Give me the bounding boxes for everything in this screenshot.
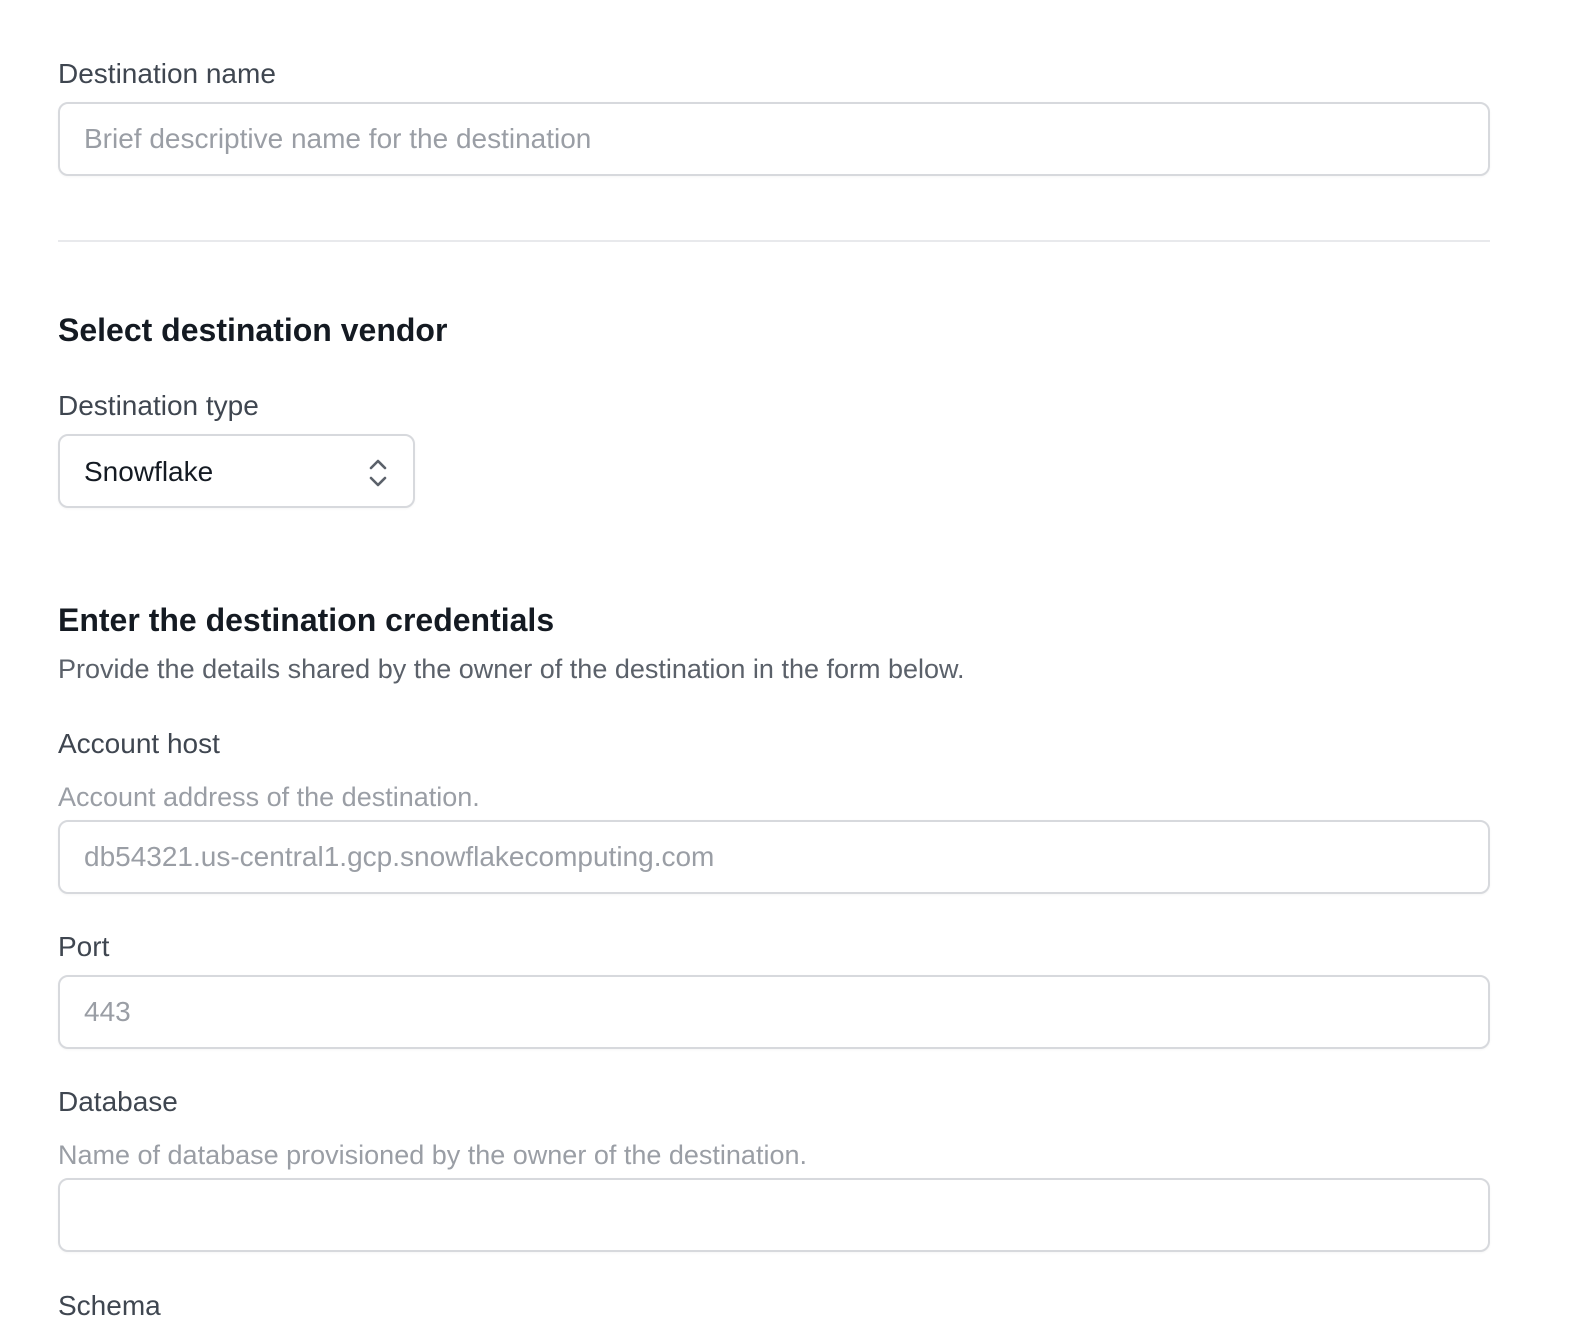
credentials-section-heading: Enter the destination credentials xyxy=(58,602,555,638)
section-divider xyxy=(58,240,1490,242)
destination-name-label: Destination name xyxy=(58,58,276,89)
database-label: Database xyxy=(58,1086,178,1117)
port-input[interactable] xyxy=(58,975,1490,1049)
port-label: Port xyxy=(58,931,110,962)
database-help: Name of database provisioned by the owne… xyxy=(58,1140,807,1170)
vendor-section-heading: Select destination vendor xyxy=(58,312,448,348)
destination-type-select[interactable]: Snowflake xyxy=(58,434,415,508)
destination-type-label: Destination type xyxy=(58,390,259,421)
destination-type-value: Snowflake xyxy=(84,456,214,487)
chevron-up-down-icon xyxy=(366,456,390,490)
schema-label: Schema xyxy=(58,1290,161,1321)
account-host-help: Account address of the destination. xyxy=(58,782,480,812)
account-host-input[interactable] xyxy=(58,820,1490,894)
database-input[interactable] xyxy=(58,1178,1490,1252)
destination-name-input[interactable] xyxy=(58,102,1490,176)
account-host-label: Account host xyxy=(58,728,220,759)
credentials-section-description: Provide the details shared by the owner … xyxy=(58,654,965,684)
